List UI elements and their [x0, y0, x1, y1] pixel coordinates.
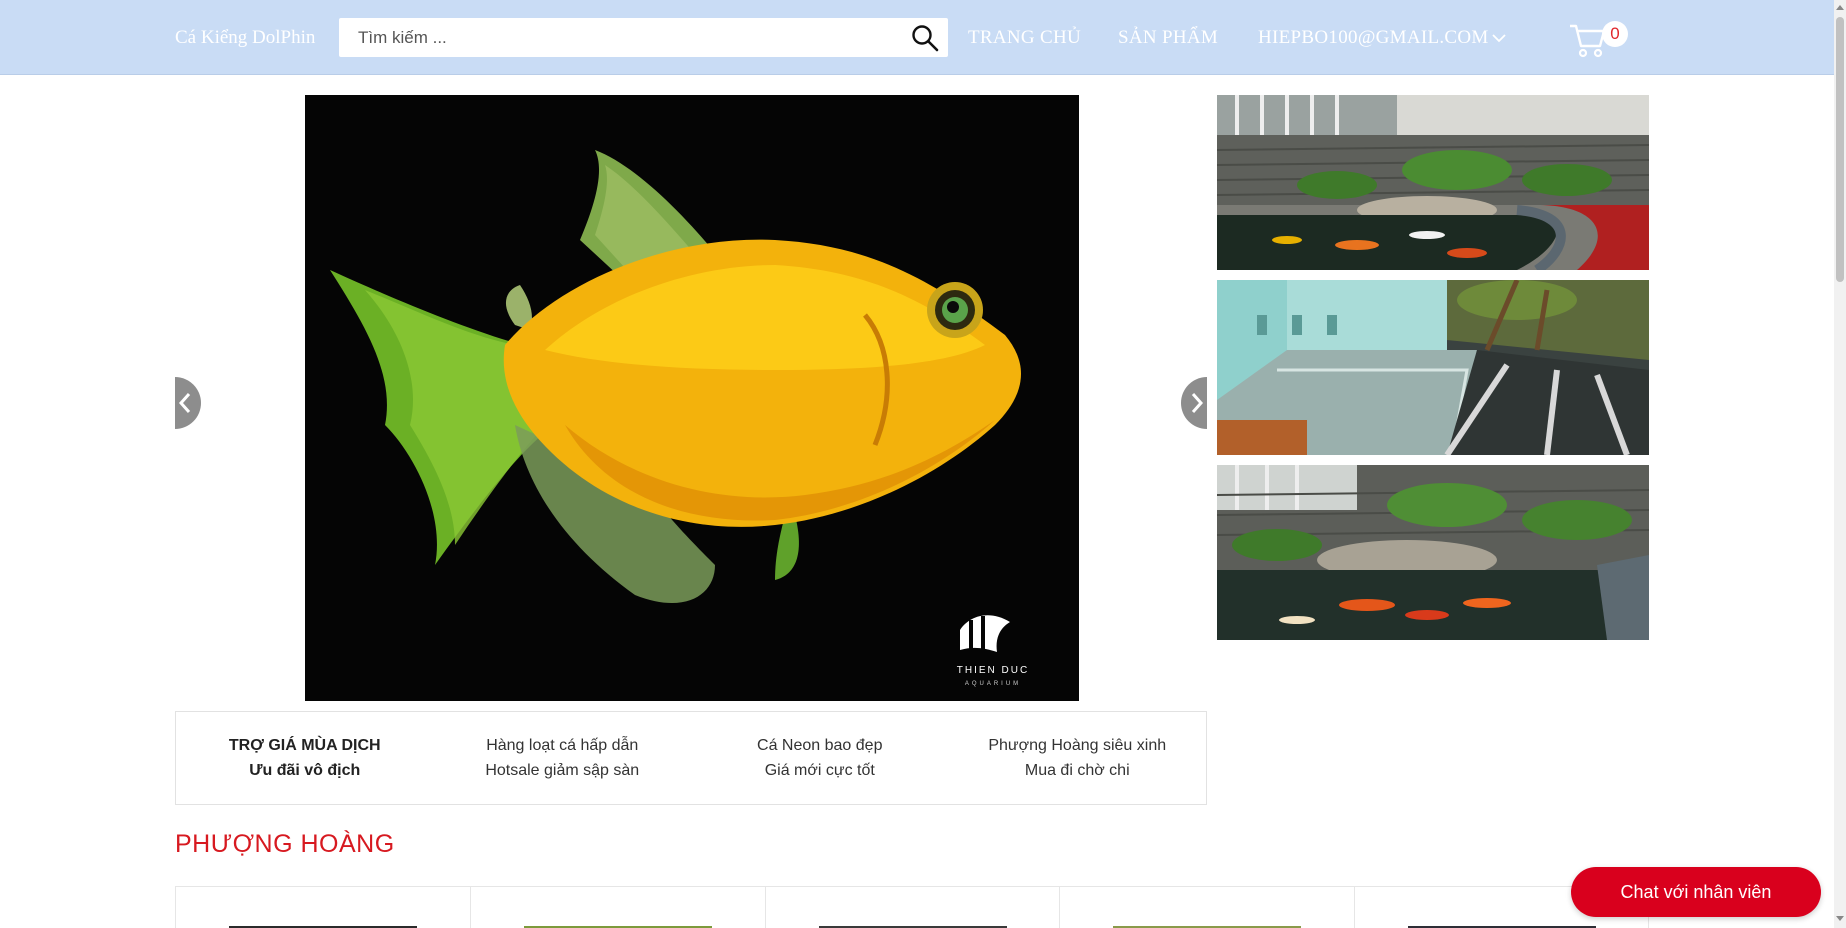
product-card[interactable] — [175, 886, 470, 928]
promo-subtitle: Hotsale giảm sập sàn — [485, 762, 640, 779]
hero-slide-image[interactable]: THIEN DUC AQUARIUM — [305, 95, 1079, 701]
scroll-down-arrow-icon[interactable] — [1836, 916, 1844, 921]
promo-subtitle: Mua đi chờ chi — [1024, 762, 1130, 779]
promo-subtitle: Ưu đãi vô địch — [249, 762, 361, 779]
section-title: PHƯỢNG HOÀNG — [175, 830, 395, 858]
nav-account-dropdown[interactable]: HIEPBO100@GMAIL.COM — [1258, 27, 1507, 49]
promo-title: Hàng loạt cá hấp dẫn — [486, 737, 639, 754]
chevron-left-icon — [178, 393, 191, 413]
promo-subtitle: Giá mới cực tốt — [764, 762, 875, 779]
header-bar: Cá Kiểng DolPhin TRANG CHỦ SẢN PHẨM HIEP… — [0, 0, 1834, 75]
watermark-subtext: AQUARIUM — [965, 681, 1021, 687]
hero-slider: THIEN DUC AQUARIUM — [175, 95, 1207, 701]
promo-title: Phượng Hoàng siêu xinh — [988, 737, 1167, 754]
promo-item[interactable]: Hàng loạt cá hấp dẫn Hotsale giảm sập sà… — [434, 712, 692, 804]
nav-home[interactable]: TRANG CHỦ — [968, 27, 1081, 49]
search-icon — [912, 24, 939, 51]
promo-title: Cá Neon bao đẹp — [757, 737, 883, 754]
scroll-up-arrow-icon[interactable] — [1836, 5, 1844, 10]
product-card[interactable] — [764, 886, 1060, 928]
cart-button[interactable]: 0 — [1568, 18, 1628, 58]
promo-item[interactable]: Cá Neon bao đẹp Giá mới cực tốt — [691, 712, 949, 804]
promo-title: TRỢ GIÁ MÙA DỊCH — [228, 737, 381, 754]
cart-count-badge: 0 — [1602, 21, 1628, 47]
account-email: HIEPBO100@GMAIL.COM — [1258, 27, 1489, 48]
product-card[interactable] — [469, 886, 765, 928]
koi-pond-image-2 — [1217, 465, 1649, 640]
nav-products[interactable]: SẢN PHẨM — [1118, 27, 1218, 49]
pool-walkway-image — [1217, 280, 1649, 455]
promo-item[interactable]: Phượng Hoàng siêu xinh Mua đi chờ chi — [949, 712, 1207, 804]
koi-pond-image — [1217, 95, 1649, 270]
product-card[interactable] — [1059, 886, 1355, 928]
product-grid — [175, 886, 1649, 928]
page-scrollbar[interactable] — [1834, 0, 1846, 928]
slider-prev-button[interactable] — [175, 377, 201, 429]
promo-item[interactable]: TRỢ GIÁ MÙA DỊCH Ưu đãi vô địch — [176, 712, 434, 804]
search-button[interactable] — [908, 22, 942, 53]
promo-strip: TRỢ GIÁ MÙA DỊCH Ưu đãi vô địch Hàng loạ… — [175, 711, 1207, 805]
side-banner-pool-walkway[interactable] — [1217, 280, 1649, 455]
page: Cá Kiểng DolPhin TRANG CHỦ SẢN PHẨM HIEP… — [0, 0, 1846, 928]
cart-icon — [1570, 24, 1606, 58]
yellow-tetra-fish-image: THIEN DUC AQUARIUM — [305, 95, 1079, 701]
brand-logo-text[interactable]: Cá Kiểng DolPhin — [175, 27, 315, 49]
side-banner-koi-pond-1[interactable] — [1217, 95, 1649, 270]
scrollbar-thumb[interactable] — [1836, 17, 1844, 282]
chevron-down-icon — [1491, 34, 1506, 43]
chevron-right-icon — [1191, 393, 1204, 413]
search-input[interactable] — [339, 18, 899, 57]
search-box — [339, 18, 948, 57]
chat-with-staff-button[interactable]: Chat với nhân viên — [1571, 867, 1821, 917]
watermark-text: THIEN DUC — [957, 665, 1029, 676]
side-banner-koi-pond-2[interactable] — [1217, 465, 1649, 640]
